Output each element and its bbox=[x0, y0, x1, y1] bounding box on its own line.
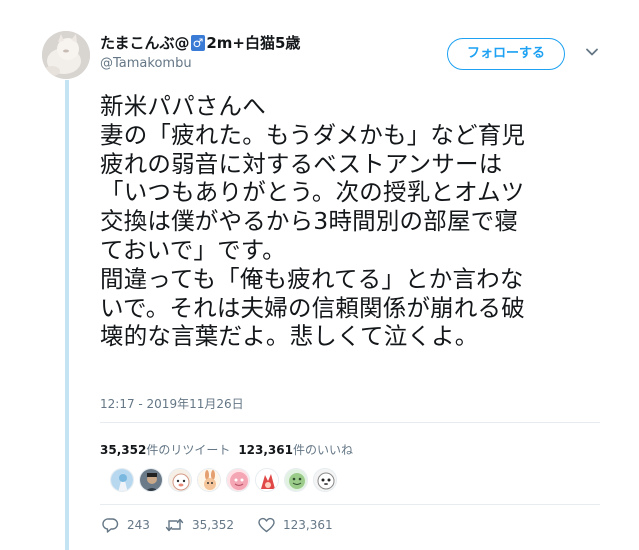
liker-avatar[interactable] bbox=[139, 468, 163, 492]
like-action-count: 123,361 bbox=[283, 518, 333, 532]
author-handle[interactable]: @Tamakombu bbox=[100, 56, 192, 71]
divider bbox=[100, 504, 600, 505]
like-label[interactable]: 件のいいね bbox=[293, 443, 353, 457]
retweet-icon bbox=[165, 518, 184, 532]
thread-line bbox=[65, 80, 69, 550]
reply-count: 243 bbox=[127, 518, 150, 532]
retweet-action-count: 35,352 bbox=[192, 518, 234, 532]
male-symbol-icon: ♂ bbox=[190, 35, 206, 51]
liker-avatar[interactable] bbox=[226, 468, 250, 492]
retweet-label[interactable]: 件のリツイート bbox=[146, 443, 230, 457]
liker-avatar[interactable] bbox=[110, 468, 134, 492]
retweet-button[interactable]: 35,352 bbox=[165, 517, 234, 533]
like-button[interactable]: 123,361 bbox=[258, 517, 333, 533]
author-name-prefix: たまこんぶ@ bbox=[100, 34, 190, 52]
tweet-stats: 35,352件のリツイート 123,361件のいいね bbox=[100, 441, 353, 458]
liker-avatar[interactable] bbox=[197, 468, 221, 492]
reply-icon bbox=[102, 518, 119, 533]
like-count[interactable]: 123,361 bbox=[238, 443, 293, 457]
tweet-text: 新米パパさんへ 妻の「疲れた。もうダメかも」など育児 疲れの弱音に対するベストア… bbox=[100, 92, 526, 351]
timestamp[interactable]: 12:17 - 2019年11月26日 bbox=[100, 395, 244, 412]
avatar[interactable] bbox=[42, 31, 90, 79]
divider bbox=[100, 422, 600, 423]
liker-avatar[interactable] bbox=[284, 468, 308, 492]
follow-button[interactable]: フォローする bbox=[447, 38, 565, 70]
liker-avatar[interactable] bbox=[255, 468, 279, 492]
chevron-down-icon[interactable] bbox=[584, 44, 600, 60]
heart-icon bbox=[258, 517, 275, 533]
retweet-count[interactable]: 35,352 bbox=[100, 443, 146, 457]
liker-avatar[interactable] bbox=[168, 468, 192, 492]
liker-avatar[interactable] bbox=[313, 468, 337, 492]
author-name[interactable]: たまこんぶ@ ♂ 2m+白猫5歳 bbox=[100, 32, 300, 53]
author-name-suffix: 2m+白猫5歳 bbox=[206, 34, 301, 52]
reply-button[interactable]: 243 bbox=[102, 517, 150, 533]
